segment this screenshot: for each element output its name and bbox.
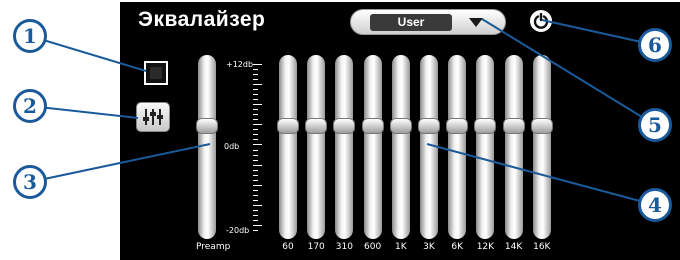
callout-5: 5	[638, 108, 672, 142]
callout-1: 1	[13, 19, 47, 53]
callout-6: 6	[638, 28, 672, 62]
callout-lines	[29, 18, 656, 206]
callout-3: 3	[13, 165, 47, 199]
callout-2: 2	[13, 89, 47, 123]
callout-4: 4	[638, 188, 672, 222]
